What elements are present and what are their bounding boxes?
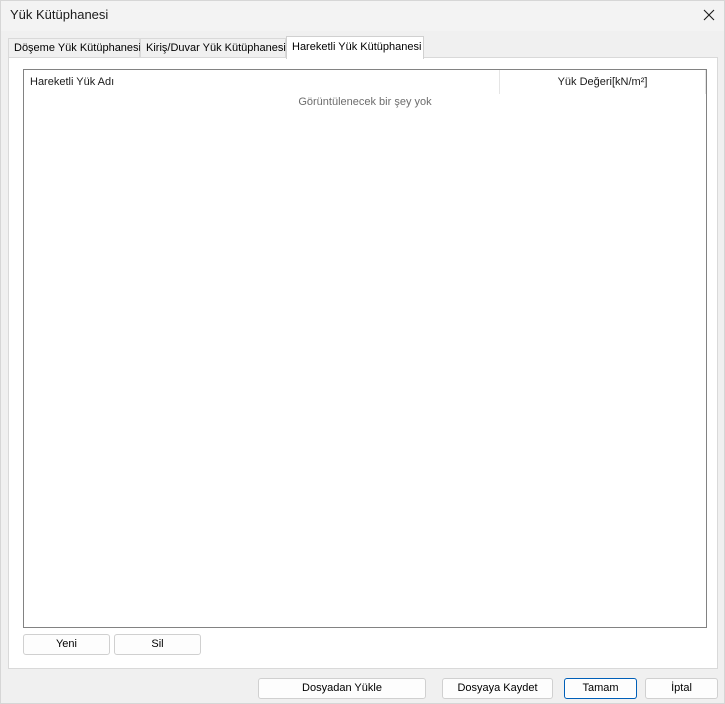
- column-header-load-name[interactable]: Hareketli Yük Adı: [24, 70, 500, 94]
- save-to-file-button[interactable]: Dosyaya Kaydet: [442, 678, 553, 699]
- cancel-button[interactable]: İptal: [645, 678, 718, 699]
- title-bar: Yük Kütüphanesi: [1, 1, 724, 31]
- dialog-window: Yük Kütüphanesi Döşeme Yük Kütüphanesi K…: [0, 0, 725, 704]
- tab-live-load-library[interactable]: Hareketli Yük Kütüphanesi: [286, 36, 424, 59]
- list-empty-message: Görüntülenecek bir şey yok: [298, 96, 432, 108]
- ok-button[interactable]: Tamam: [564, 678, 637, 699]
- window-title: Yük Kütüphanesi: [10, 7, 109, 22]
- new-button[interactable]: Yeni: [23, 634, 110, 655]
- tab-panel-live-load: Hareketli Yük Adı Yük Değeri[kN/m²] Görü…: [8, 57, 718, 669]
- tab-beam-wall-load-library[interactable]: Kiriş/Duvar Yük Kütüphanesi: [140, 38, 286, 58]
- close-button[interactable]: [694, 1, 724, 29]
- live-load-list[interactable]: Hareketli Yük Adı Yük Değeri[kN/m²] Görü…: [23, 69, 707, 628]
- close-icon: [703, 9, 715, 21]
- column-header-load-value[interactable]: Yük Değeri[kN/m²]: [500, 70, 706, 94]
- delete-button[interactable]: Sil: [114, 634, 201, 655]
- load-from-file-button[interactable]: Dosyadan Yükle: [258, 678, 426, 699]
- tab-slab-load-library[interactable]: Döşeme Yük Kütüphanesi: [8, 38, 141, 58]
- list-header: Hareketli Yük Adı Yük Değeri[kN/m²]: [24, 70, 706, 94]
